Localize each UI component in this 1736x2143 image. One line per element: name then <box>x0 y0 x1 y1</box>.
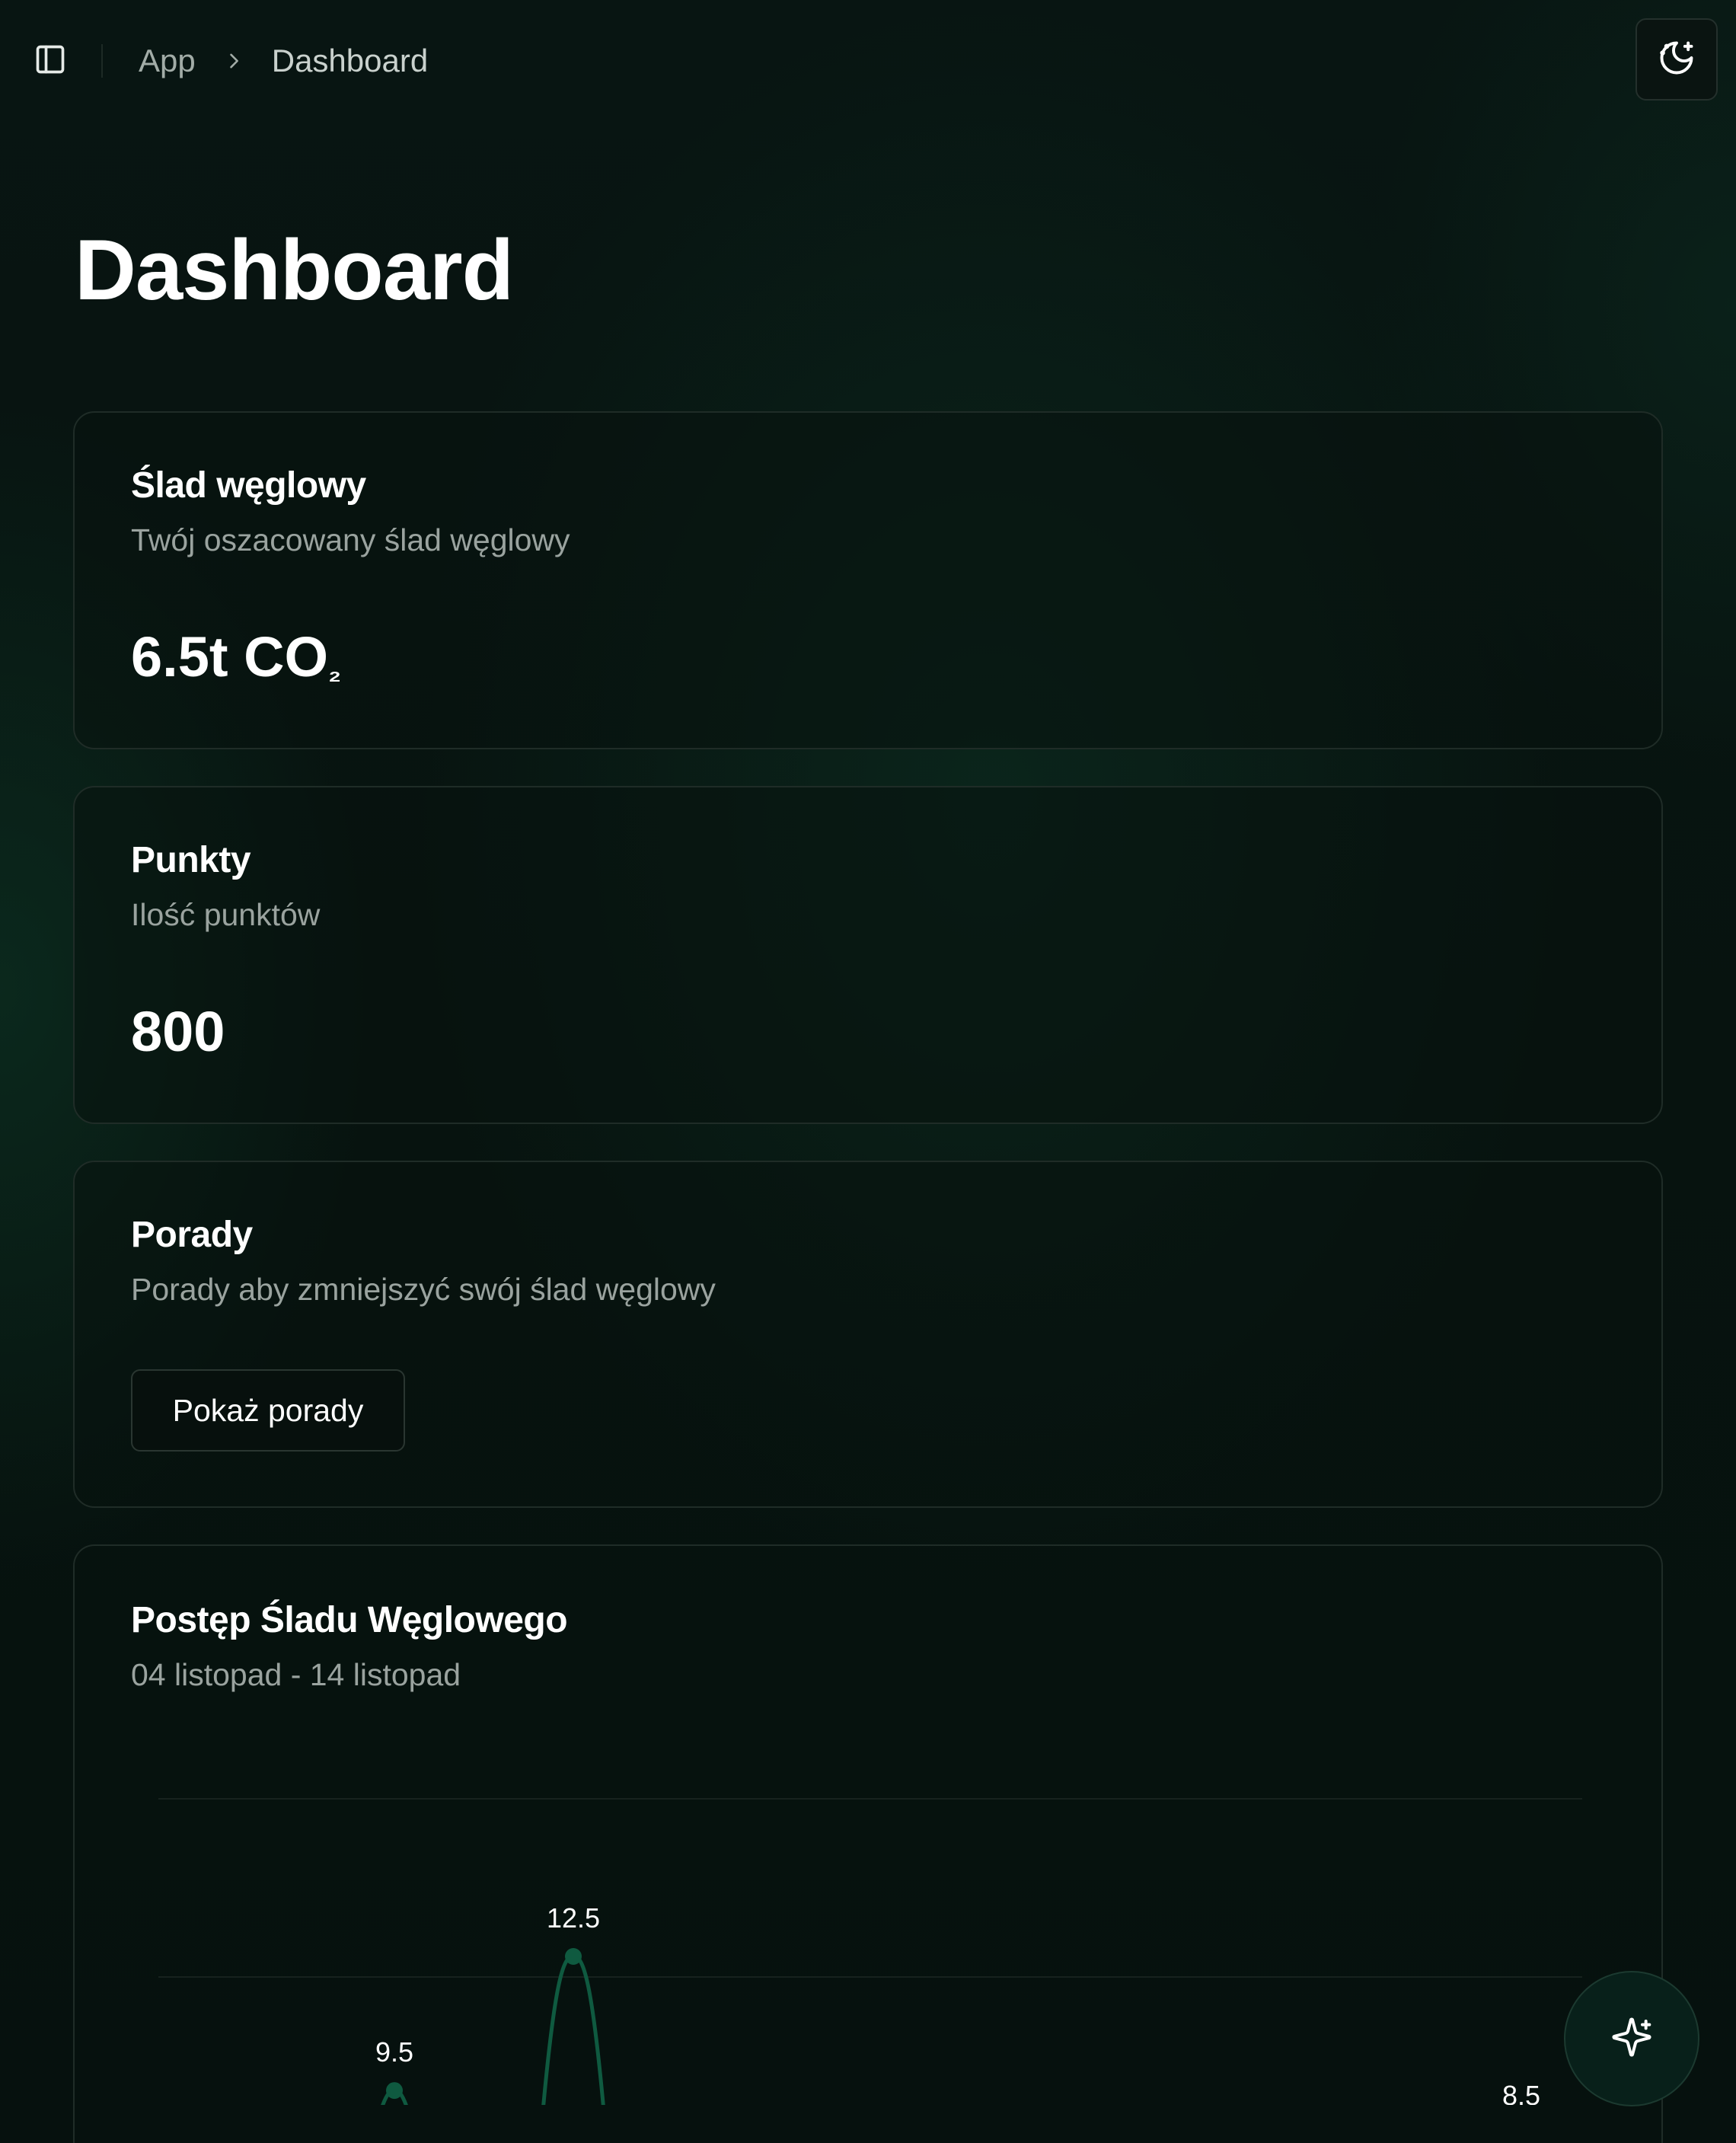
sidebar-toggle-button[interactable] <box>27 38 73 84</box>
page-title: Dashboard <box>75 222 514 318</box>
card-description: Ilość punktów <box>131 897 321 932</box>
card-title: Porady <box>131 1215 253 1255</box>
breadcrumb-app-link[interactable]: App <box>139 43 196 79</box>
chart-point <box>386 2082 403 2100</box>
chevron-right-icon <box>196 50 272 72</box>
breadcrumb: App Dashboard <box>139 40 428 82</box>
carbon-progress-card: Postęp Śladu Węglowego 04 listopad - 14 … <box>73 1544 1663 2143</box>
carbon-value-text: 6.5t CO <box>131 625 329 688</box>
card-description: Porady aby zmniejszyć swój ślad węglowy <box>131 1272 716 1307</box>
chart-point <box>565 1948 582 1965</box>
show-tips-button[interactable]: Pokaż porady <box>131 1369 405 1452</box>
points-card: Punkty Ilość punktów 800 <box>73 786 1663 1124</box>
chart-data-label: 9.5 <box>375 2036 413 2068</box>
topbar-divider <box>101 44 103 78</box>
chart-data-label: 12.5 <box>547 1902 600 1934</box>
carbon-value: 6.5t CO₂ <box>131 624 341 689</box>
card-title: Ślad węglowy <box>131 465 366 506</box>
sidebar-toggle-icon <box>34 43 67 80</box>
theme-toggle-button[interactable] <box>1635 18 1718 101</box>
carbon-value-subscript: ₂ <box>328 656 341 688</box>
moon-stars-icon <box>1657 38 1696 81</box>
chart-series-line <box>381 1954 605 2105</box>
carbon-progress-chart: 9.5 12.5 8.5 <box>158 1798 1582 2111</box>
dashboard-page: App Dashboard Dashboard Ślad węglowy Twó… <box>0 0 1736 2143</box>
carbon-footprint-card: Ślad węglowy Twój oszacowany ślad węglow… <box>73 411 1663 749</box>
points-value: 800 <box>131 1000 225 1063</box>
assistant-fab-button[interactable] <box>1564 1971 1699 2106</box>
chart-data-label: 8.5 <box>1502 2080 1540 2111</box>
tips-card: Porady Porady aby zmniejszyć swój ślad w… <box>73 1161 1663 1508</box>
top-bar: App Dashboard <box>0 0 1736 122</box>
sparkles-icon <box>1610 2016 1653 2062</box>
card-title: Punkty <box>131 840 251 880</box>
breadcrumb-current-page: Dashboard <box>271 43 429 78</box>
card-description: Twój oszacowany ślad węglowy <box>131 522 570 557</box>
